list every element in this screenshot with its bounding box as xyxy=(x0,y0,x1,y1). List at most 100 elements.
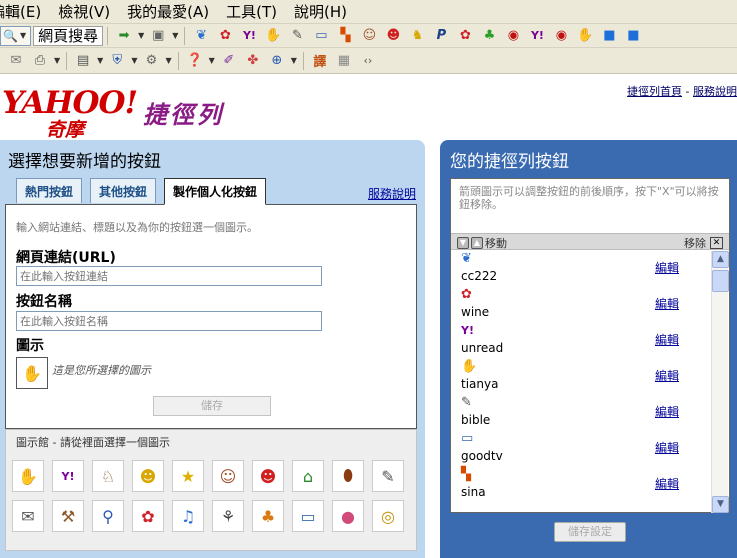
shield-icon[interactable]: ⛨ xyxy=(107,51,127,71)
arrow-down-icon[interactable]: ▼ xyxy=(457,237,469,249)
frog-icon[interactable]: ♣ xyxy=(479,26,499,46)
cat-icon[interactable]: ♞ xyxy=(407,26,427,46)
page-icon[interactable]: ▤ xyxy=(73,51,93,71)
toolbar-home-link[interactable]: 捷徑列首頁 xyxy=(627,85,682,98)
cartoon-boy-icon[interactable]: ☻ xyxy=(252,460,284,492)
menu-tools[interactable]: 工具(T) xyxy=(226,1,277,22)
help-icon[interactable]: ❓ xyxy=(185,51,205,71)
save-button[interactable]: 儲存 xyxy=(153,396,271,416)
edit-link[interactable]: 編輯 xyxy=(655,439,679,456)
scroll-down-icon[interactable]: ▼ xyxy=(712,496,729,513)
edit-link[interactable]: 編輯 xyxy=(655,367,679,384)
edit-link[interactable]: 編輯 xyxy=(655,295,679,312)
zoom-icon[interactable]: ⊕ xyxy=(267,51,287,71)
bookmark-icon[interactable]: ▣ xyxy=(148,26,168,46)
mail-icon[interactable]: ✉ xyxy=(6,51,26,71)
chevron-down-icon[interactable]: ▼ xyxy=(54,56,60,65)
edit-link[interactable]: 編輯 xyxy=(655,259,679,276)
list-item[interactable]: ✿ wine 編輯 xyxy=(459,287,709,323)
print-icon[interactable]: ⎙ xyxy=(30,51,50,71)
save-settings-button[interactable]: 儲存設定 xyxy=(554,522,626,542)
scroll-thumb[interactable] xyxy=(712,270,729,292)
edit-icon[interactable]: ✐ xyxy=(219,51,239,71)
gear-icon[interactable]: ⚙ xyxy=(141,51,161,71)
chevron-down-icon[interactable]: ▼ xyxy=(97,56,103,65)
menu-view[interactable]: 檢視(V) xyxy=(58,1,110,22)
list-item[interactable]: ▭ goodtv 編輯 xyxy=(459,431,709,467)
avatar-girl-icon[interactable]: ☺ xyxy=(359,26,379,46)
edit-link[interactable]: 編輯 xyxy=(655,403,679,420)
rose-icon[interactable]: ✿ xyxy=(215,26,235,46)
book-icon[interactable]: ✎ xyxy=(372,460,404,492)
cat-icon[interactable]: ☻ xyxy=(132,460,164,492)
chevron-down-icon[interactable]: ▼ xyxy=(172,31,178,40)
yahoo-icon[interactable]: Y! xyxy=(527,26,547,46)
camera-icon[interactable]: ◉ xyxy=(551,26,571,46)
code-icon[interactable]: ‹› xyxy=(358,51,378,71)
dog-icon[interactable]: ♘ xyxy=(92,460,124,492)
list-item[interactable]: ❦ cc222 編輯 xyxy=(459,251,709,287)
hand-icon[interactable]: ✋ xyxy=(575,26,595,46)
coins-icon[interactable]: ◎ xyxy=(372,500,404,532)
menu-help[interactable]: 說明(H) xyxy=(294,1,347,22)
rose-icon[interactable]: ✿ xyxy=(132,500,164,532)
url-input[interactable] xyxy=(16,266,322,286)
note-icon[interactable]: ▦ xyxy=(334,51,354,71)
hand-icon[interactable]: ✋ xyxy=(12,460,44,492)
list-item[interactable]: ✋ tianya 編輯 xyxy=(459,359,709,395)
tiger-icon[interactable]: ♣ xyxy=(252,500,284,532)
search-dropdown-button[interactable]: 🔍 ▼ xyxy=(0,25,32,46)
edit-link[interactable]: 編輯 xyxy=(655,475,679,492)
computer-icon[interactable]: ▭ xyxy=(311,26,331,46)
chat-icon[interactable]: ■ xyxy=(599,26,619,46)
list-item[interactable]: ✎ bible 編輯 xyxy=(459,395,709,431)
chevron-down-icon[interactable]: ▼ xyxy=(291,56,297,65)
web-search-button[interactable]: 網頁搜尋 xyxy=(33,25,104,46)
sina-icon[interactable]: ▚ xyxy=(335,26,355,46)
chevron-down-icon[interactable]: ▼ xyxy=(165,56,171,65)
list-item[interactable]: ▚ sina 編輯 xyxy=(459,467,709,503)
movie-camera-icon[interactable]: ⚘ xyxy=(212,500,244,532)
edit-link[interactable]: 編輯 xyxy=(655,331,679,348)
chevron-down-icon[interactable]: ▼ xyxy=(131,56,137,65)
service-help-link[interactable]: 服務說明 xyxy=(693,85,737,98)
star-icon[interactable]: ★ xyxy=(172,460,204,492)
butterfly-icon[interactable]: ❦ xyxy=(191,26,211,46)
rose-icon[interactable]: ✿ xyxy=(455,26,475,46)
tab-popular-buttons[interactable]: 熱門按鈕 xyxy=(16,178,83,203)
arrow-up-icon[interactable]: ▲ xyxy=(471,237,483,249)
piggy-bank-icon[interactable]: ● xyxy=(332,500,364,532)
book-icon[interactable]: ✎ xyxy=(287,26,307,46)
mail-icon[interactable]: ✉ xyxy=(12,500,44,532)
gavel-icon[interactable]: ⚒ xyxy=(52,500,84,532)
highlight-icon[interactable]: ➡ xyxy=(114,26,134,46)
close-icon[interactable]: ✕ xyxy=(710,237,723,249)
football-icon[interactable]: ⬮ xyxy=(332,460,364,492)
list-scrollbar[interactable]: ▲ ▼ xyxy=(711,251,729,513)
tab-other-buttons[interactable]: 其他按鈕 xyxy=(90,178,157,203)
paypal-icon[interactable]: P xyxy=(431,26,451,46)
magnifier-icon[interactable]: ⚲ xyxy=(92,500,124,532)
menu-favorites[interactable]: 我的最愛(A) xyxy=(127,1,209,22)
hand-icon[interactable]: ✋ xyxy=(263,26,283,46)
yahoo-mail-icon[interactable]: Y! xyxy=(239,26,259,46)
translate-icon[interactable]: 譯 xyxy=(310,51,330,71)
computer-icon[interactable]: ▭ xyxy=(292,500,324,532)
chat-icon[interactable]: ■ xyxy=(623,26,643,46)
camera-icon[interactable]: ◉ xyxy=(503,26,523,46)
avatar-girl-icon[interactable]: ☺ xyxy=(212,460,244,492)
my-buttons-panel: 您的捷徑列按鈕 箭頭圖示可以調整按鈕的前後順序，按下"X"可以將按鈕移除。 ▼ … xyxy=(440,140,737,558)
scroll-up-icon[interactable]: ▲ xyxy=(712,251,729,268)
chevron-down-icon[interactable]: ▼ xyxy=(138,31,144,40)
cartoon-boy-icon[interactable]: ☻ xyxy=(383,26,403,46)
yahoo-mail-icon[interactable]: Y! xyxy=(52,460,84,492)
research-icon[interactable]: ✤ xyxy=(243,51,263,71)
button-name-input[interactable] xyxy=(16,311,322,331)
chevron-down-icon[interactable]: ▼ xyxy=(209,56,215,65)
house-icon[interactable]: ⌂ xyxy=(292,460,324,492)
music-icon[interactable]: ♫ xyxy=(172,500,204,532)
menu-edit[interactable]: 編輯(E) xyxy=(0,1,41,22)
tab-custom-button[interactable]: 製作個人化按鈕 xyxy=(164,178,267,205)
list-item[interactable]: Y! unread 編輯 xyxy=(459,323,709,359)
service-help-link[interactable]: 服務說明 xyxy=(368,185,416,202)
